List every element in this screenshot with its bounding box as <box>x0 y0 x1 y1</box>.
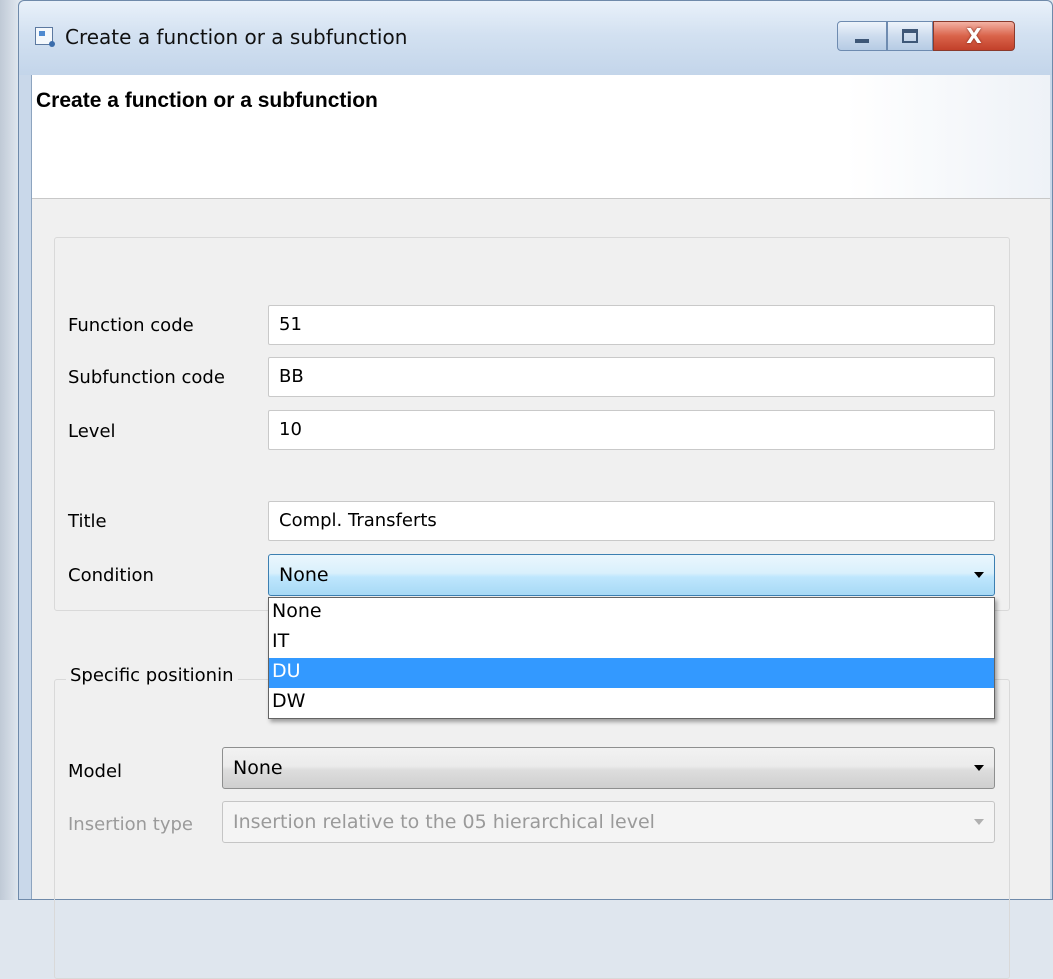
insertion-type-select: Insertion relative to the 05 hierarchica… <box>222 801 995 843</box>
title-bar[interactable]: Create a function or a subfunction X <box>19 1 1052 75</box>
page-title: Create a function or a subfunction <box>36 89 378 112</box>
condition-dropdown-list[interactable]: None IT DU DW <box>268 597 995 719</box>
chevron-down-icon <box>974 765 984 771</box>
maximize-button[interactable] <box>887 21 933 51</box>
insertion-type-label: Insertion type <box>68 814 193 835</box>
minimize-button[interactable] <box>837 21 887 51</box>
model-label: Model <box>68 761 123 782</box>
subfunction-code-input[interactable]: BB <box>268 357 995 397</box>
insertion-type-selected-value: Insertion relative to the 05 hierarchica… <box>233 811 655 833</box>
minimize-icon <box>855 39 869 43</box>
condition-label: Condition <box>68 565 154 586</box>
close-button[interactable]: X <box>933 21 1015 51</box>
condition-option-none[interactable]: None <box>269 598 994 628</box>
title-label: Title <box>68 511 107 532</box>
maximize-icon <box>902 29 918 43</box>
window-title: Create a function or a subfunction <box>65 25 408 49</box>
chevron-down-icon <box>974 572 984 578</box>
model-select[interactable]: None <box>222 747 995 789</box>
model-selected-value: None <box>233 757 283 779</box>
app-icon <box>35 27 55 47</box>
condition-selected-value: None <box>279 564 329 586</box>
level-input[interactable]: 10 <box>268 410 995 450</box>
subfunction-code-label: Subfunction code <box>68 367 225 388</box>
chevron-down-icon <box>974 819 984 825</box>
close-icon: X <box>966 24 982 48</box>
level-label: Level <box>68 421 116 442</box>
condition-option-it[interactable]: IT <box>269 628 994 658</box>
dialog-window: Create a function or a subfunction X Cre… <box>18 0 1053 979</box>
dialog-header: Create a function or a subfunction <box>32 75 1050 199</box>
title-input[interactable]: Compl. Transferts <box>268 501 995 541</box>
specific-positioning-legend: Specific positionin <box>66 665 238 686</box>
condition-select[interactable]: None <box>268 554 995 596</box>
function-code-input[interactable]: 51 <box>268 305 995 345</box>
dialog-client-area: Create a function or a subfunction Funct… <box>31 75 1050 979</box>
function-code-label: Function code <box>68 315 194 336</box>
condition-option-du[interactable]: DU <box>269 658 994 688</box>
background-window-edge <box>0 0 18 900</box>
condition-option-dw[interactable]: DW <box>269 688 994 718</box>
